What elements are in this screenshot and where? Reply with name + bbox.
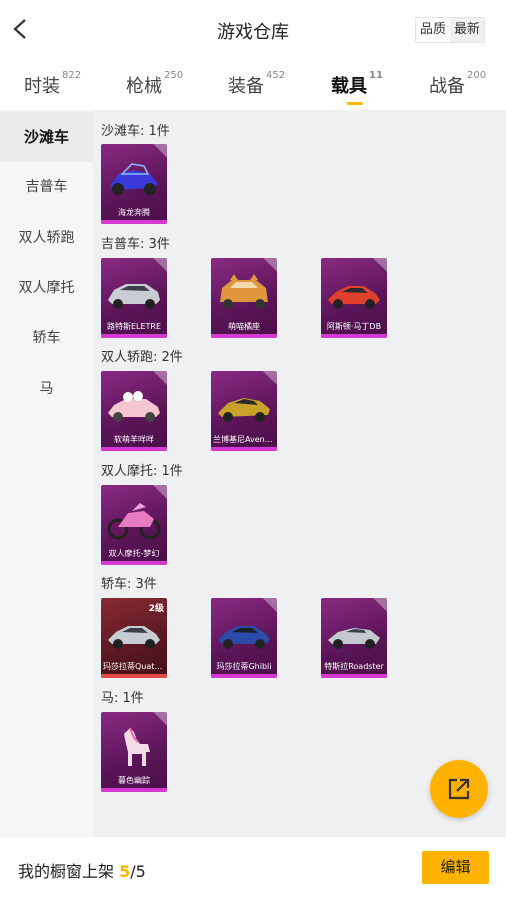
header: 游戏仓库 品质 最新 [0, 0, 506, 60]
item-card[interactable]: 路特斯ELETRE [101, 258, 167, 338]
dune-buggy-icon [110, 163, 158, 195]
sort-newest-button[interactable]: 最新 [450, 18, 485, 42]
item-card[interactable]: 海龙奔腾 [101, 144, 167, 224]
vehicle-category-sidebar: 沙滩车 吉普车 双人轿跑 双人摩托 轿车 马 [0, 110, 93, 837]
item-name: 兰博基尼Aventador [213, 435, 277, 444]
tab-weapons[interactable]: 枪械250 [126, 70, 183, 98]
group-title: 轿车: 3件 [101, 577, 157, 592]
rarity-bar [101, 334, 167, 338]
item-name: 暮色幽踪 [118, 776, 150, 785]
rarity-bar [321, 674, 387, 678]
red-coupe-icon [328, 286, 380, 309]
item-card[interactable]: 玛莎拉蒂Ghibli [211, 598, 277, 678]
item-card[interactable]: 兰博基尼Aventador [211, 371, 277, 451]
group-title: 吉普车: 3件 [101, 237, 170, 252]
item-name: 路特斯ELETRE [106, 322, 162, 331]
group-title: 马: 1件 [101, 691, 144, 706]
tab-supplies[interactable]: 战备200 [429, 70, 486, 98]
tab-vehicles[interactable]: 载具11 [331, 70, 383, 105]
share-icon [448, 778, 470, 800]
item-card[interactable]: 特斯拉Roadster [321, 598, 387, 678]
item-card[interactable]: 双人摩托-梦幻 [101, 485, 167, 565]
pink-horse-icon [124, 727, 150, 766]
group-title: 沙滩车: 1件 [101, 124, 170, 139]
tab-outfits[interactable]: 时装822 [24, 70, 81, 98]
rarity-bar [211, 334, 277, 338]
pink-motorcycle-icon [107, 503, 161, 540]
vehicle-list: 沙滩车: 1件 海龙奔腾 吉普车: 3件 路特斯ELETRE 萌喵橘座 阿斯顿·… [93, 110, 506, 837]
sidebar-item-coupe[interactable]: 双人轿跑 [0, 213, 93, 263]
sidebar-item-dune-buggy[interactable]: 沙滩车 [0, 112, 93, 162]
rarity-bar [101, 674, 167, 678]
silver-roadster-icon [328, 628, 380, 649]
item-name: 双人摩托-梦幻 [108, 549, 160, 558]
rarity-bar [101, 447, 167, 451]
rarity-bar [321, 334, 387, 338]
rarity-bar [211, 447, 277, 451]
item-card[interactable]: 萌喵橘座 [211, 258, 277, 338]
rarity-bar [101, 220, 167, 224]
item-card[interactable]: 阿斯顿·马丁DB [321, 258, 387, 338]
rarity-bar [101, 788, 167, 792]
item-card[interactable]: 2级 玛莎拉蒂Quattroporte [101, 598, 167, 678]
rarity-bar [211, 674, 277, 678]
blue-sedan-icon [218, 626, 270, 649]
sidebar-item-horse[interactable]: 马 [0, 364, 93, 414]
item-name: 特斯拉Roadster [324, 662, 384, 671]
edit-button[interactable]: 编辑 [422, 851, 489, 884]
item-name: 阿斯顿·马丁DB [326, 322, 382, 331]
item-name: 萌喵橘座 [228, 322, 260, 331]
showcase-total-count: 5 [135, 862, 146, 881]
active-tab-indicator [347, 102, 363, 105]
item-card[interactable]: 软萌羊咩咩 [101, 371, 167, 451]
item-name: 海龙奔腾 [118, 208, 150, 217]
item-card[interactable]: 暮色幽踪 [101, 712, 167, 792]
tab-equipment[interactable]: 装备452 [228, 70, 285, 98]
group-title: 双人摩托: 1件 [101, 464, 183, 479]
gold-supercar-icon [218, 398, 270, 422]
item-name: 玛莎拉蒂Quattroporte [103, 662, 167, 671]
silver-suv-icon [108, 284, 160, 309]
rarity-bar [101, 561, 167, 565]
silver-sedan-icon [108, 626, 160, 649]
item-name: 软萌羊咩咩 [114, 435, 154, 444]
sort-quality-button[interactable]: 品质 [416, 18, 450, 42]
sidebar-item-jeep[interactable]: 吉普车 [0, 162, 93, 212]
showcase-current-count: 5 [119, 862, 131, 881]
item-name: 玛莎拉蒂Ghibli [216, 662, 272, 671]
category-tabs: 时装822 枪械250 装备452 载具11 战备200 [0, 60, 506, 110]
sidebar-item-sedan[interactable]: 轿车 [0, 313, 93, 363]
share-button[interactable] [430, 760, 488, 818]
showcase-status: 我的橱窗上架 5/5 [18, 862, 146, 881]
group-title: 双人轿跑: 2件 [101, 350, 183, 365]
sort-toggle: 品质 最新 [415, 17, 486, 43]
sidebar-item-motorcycle[interactable]: 双人摩托 [0, 263, 93, 313]
pink-sheep-car-icon [108, 391, 160, 422]
orange-cat-jeep-icon [220, 274, 268, 309]
